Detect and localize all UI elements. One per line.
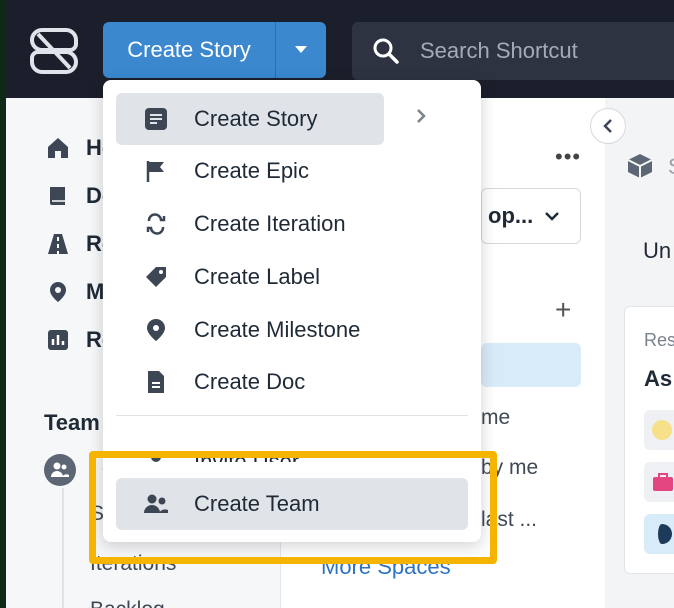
- teams-heading: Team: [44, 410, 100, 435]
- menu-item-create-iteration[interactable]: Create Iteration: [116, 198, 384, 250]
- menu-item-label: Create Story: [194, 106, 318, 131]
- sidebar-item-milestones[interactable]: Mi: [44, 278, 110, 306]
- search-input[interactable]: Search Shortcut: [352, 22, 674, 80]
- right-card-title: As: [644, 366, 673, 391]
- yellow-dot-icon: [652, 420, 672, 440]
- menu-item-label: Create Epic: [194, 158, 309, 183]
- milestone-icon: [142, 316, 170, 344]
- create-story-button-label[interactable]: Create Story: [103, 22, 275, 78]
- book-icon: [44, 182, 72, 210]
- create-story-button[interactable]: Create Story: [103, 22, 326, 78]
- add-space-icon[interactable]: +: [555, 294, 571, 326]
- doc-icon: [142, 368, 170, 396]
- chevron-left-icon: [603, 119, 612, 133]
- menu-item-create-doc[interactable]: Create Doc: [116, 356, 384, 408]
- story-icon: [142, 105, 170, 133]
- status-pill: [644, 462, 674, 502]
- iteration-icon: [142, 210, 170, 238]
- status-pill: [644, 410, 674, 450]
- flag-icon: [142, 157, 170, 185]
- half-circle-icon: [652, 524, 672, 544]
- team-icon: [51, 462, 69, 477]
- right-panel-title: S: [668, 154, 674, 180]
- space-select-value: op...: [488, 203, 534, 228]
- home-icon: [44, 134, 72, 162]
- create-dropdown-toggle[interactable]: [276, 22, 326, 78]
- menu-item-label: Create Iteration: [194, 211, 346, 236]
- window-edge: [0, 0, 6, 98]
- menu-item-create-story[interactable]: Create Story: [116, 93, 384, 145]
- menu-item-label: Create Label: [194, 264, 320, 289]
- search-icon: [373, 38, 399, 64]
- more-options-icon[interactable]: •••: [555, 144, 581, 170]
- menu-item-create-label[interactable]: Create Label: [116, 251, 384, 303]
- caret-down-icon: [295, 46, 307, 53]
- chart-icon: [44, 326, 72, 354]
- team-avatar[interactable]: [44, 454, 76, 486]
- briefcase-icon: [653, 473, 673, 491]
- space-select[interactable]: op...: [481, 188, 581, 244]
- search-placeholder: Search Shortcut: [420, 38, 578, 63]
- menu-divider: [116, 415, 468, 416]
- menu-item-label: Create Milestone: [194, 317, 361, 342]
- highlight-annotation: [89, 451, 497, 564]
- milestone-icon: [44, 278, 72, 306]
- team-sub-item[interactable]: Backlog: [90, 598, 165, 608]
- chevron-down-icon: [545, 212, 560, 221]
- space-item[interactable]: me: [481, 406, 510, 430]
- shortcut-logo-icon[interactable]: [28, 26, 80, 76]
- collapse-panel-button[interactable]: [590, 108, 626, 144]
- menu-item-create-milestone[interactable]: Create Milestone: [116, 304, 384, 356]
- right-card-label: Res: [644, 330, 674, 350]
- right-panel-tab[interactable]: Un: [643, 238, 671, 264]
- cube-icon: [627, 154, 653, 178]
- menu-item-create-epic[interactable]: Create Epic: [116, 145, 384, 197]
- active-space-row[interactable]: [481, 343, 581, 387]
- road-icon: [44, 230, 72, 258]
- status-pill: [644, 514, 674, 554]
- tree-line: [62, 488, 64, 608]
- menu-item-label: Create Doc: [194, 369, 306, 394]
- chevron-right-icon[interactable]: [415, 108, 427, 124]
- tag-icon: [142, 263, 170, 291]
